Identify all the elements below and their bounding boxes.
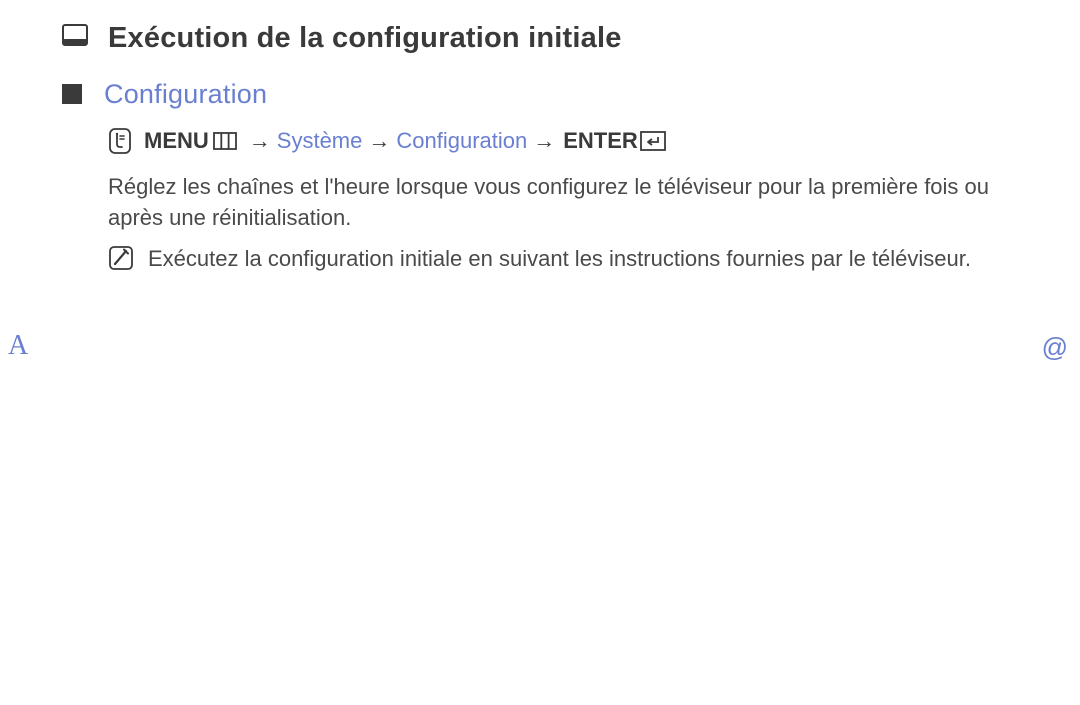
path-system: Système — [277, 124, 363, 157]
title-row: Exécution de la configuration initiale — [62, 20, 1040, 56]
menu-grid-icon — [213, 132, 237, 150]
remote-icon — [108, 127, 132, 155]
arrow-1: → — [249, 124, 271, 157]
arrow-2: → — [368, 124, 390, 157]
note-icon — [108, 245, 138, 276]
enter-icon — [640, 131, 666, 151]
body-paragraph: Réglez les chaînes et l'heure lorsque vo… — [108, 171, 1040, 233]
path-config: Configuration — [396, 124, 527, 157]
page-title: Exécution de la configuration initiale — [108, 20, 622, 56]
section-row: Configuration — [62, 78, 1040, 112]
menu-path: MENU → Système → Configuration → ENTER — [108, 124, 1040, 157]
enter-label: ENTER — [563, 124, 638, 157]
side-marker-a: A — [8, 330, 28, 362]
section-heading: Configuration — [104, 78, 267, 112]
menu-label: MENU — [144, 124, 209, 157]
note-text: Exécutez la configuration initiale en su… — [148, 243, 971, 274]
note-row: Exécutez la configuration initiale en su… — [108, 243, 1040, 276]
arrow-3: → — [533, 124, 555, 157]
side-marker-at: @ — [1042, 332, 1068, 363]
square-bullet-icon — [62, 84, 84, 104]
folder-bullet-icon — [62, 24, 88, 46]
